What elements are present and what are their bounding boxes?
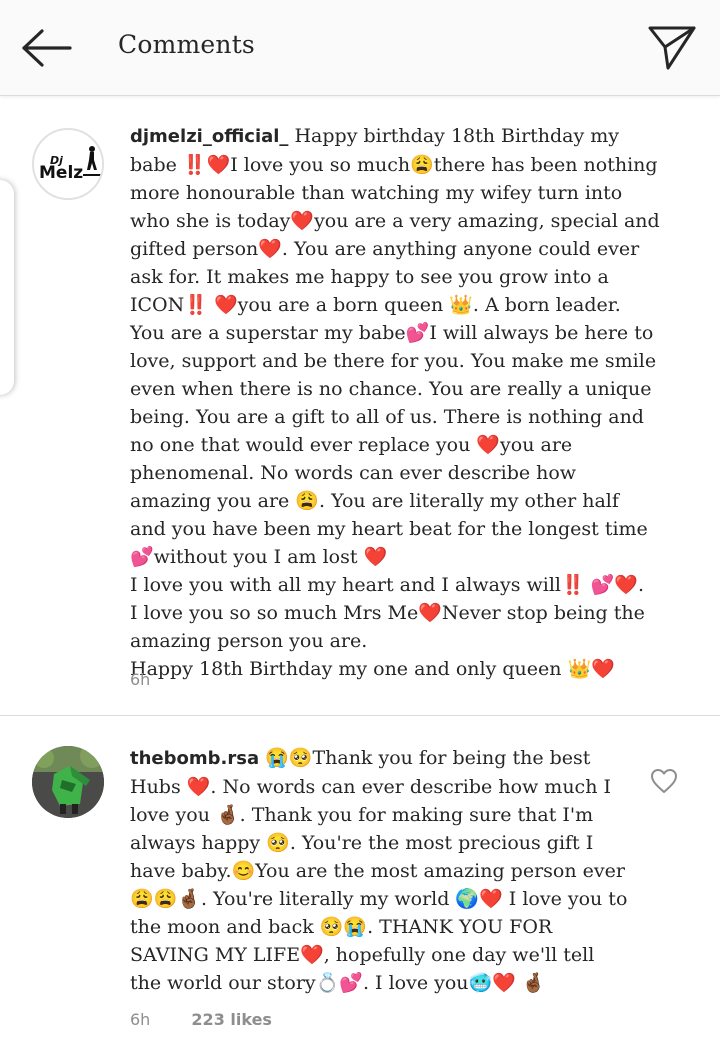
comment-username[interactable]: djmelzi_official_ (130, 126, 288, 147)
avatar[interactable] (32, 746, 104, 818)
arrow-left-icon[interactable] (18, 26, 76, 70)
paper-plane-icon[interactable] (646, 22, 698, 74)
top-app-bar: Comments (0, 0, 720, 96)
comment-text: 😭🥺Thank you for being the best Hubs ❤️. … (130, 747, 634, 994)
avatar[interactable]: Dj Melz (32, 128, 104, 200)
comment-item: thebomb.rsa 😭🥺Thank you for being the be… (0, 716, 720, 1053)
avatar-photo (32, 746, 104, 818)
likes-count[interactable]: 223 likes (191, 1010, 272, 1029)
comment-body: thebomb.rsa 😭🥺Thank you for being the be… (130, 744, 630, 997)
comment-item: Dj Melz djmelzi_official_ Happy birthday… (0, 96, 720, 716)
comment-meta: 6h (130, 670, 186, 689)
comment-username[interactable]: thebomb.rsa (130, 748, 259, 769)
comment-time: 6h (130, 1010, 151, 1029)
comment-text: Happy birthday 18th Birthday my babe ‼️❤… (130, 125, 660, 680)
comment-meta: 6h 223 likes (130, 1010, 308, 1029)
page-title: Comments (118, 30, 255, 59)
comment-body: djmelzi_official_ Happy birthday 18th Bi… (130, 122, 660, 683)
heart-outline-icon[interactable] (650, 768, 678, 794)
comment-time: 6h (130, 670, 151, 689)
avatar-logo-text: Melz (39, 163, 83, 183)
avatar-logo: Dj Melz (36, 132, 102, 198)
